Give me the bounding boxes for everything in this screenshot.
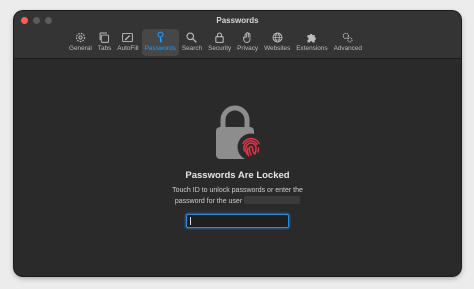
- tab-security[interactable]: Security: [205, 29, 234, 56]
- tab-privacy[interactable]: Privacy: [234, 29, 261, 56]
- tab-label: Tabs: [97, 45, 112, 52]
- gears-icon: [343, 32, 353, 43]
- tab-label: AutoFill: [117, 45, 139, 52]
- preferences-toolbar: General Tabs AutoFill Passwords Search S…: [66, 29, 365, 56]
- gear-icon: [75, 32, 86, 43]
- window-title: Passwords: [216, 16, 259, 25]
- tab-tabs[interactable]: Tabs: [95, 29, 115, 56]
- tab-label: Passwords: [144, 45, 176, 52]
- puzzle-icon: [307, 33, 317, 43]
- lock-icon: [215, 32, 224, 43]
- key-icon: [157, 31, 164, 43]
- magnifier-icon: [186, 32, 198, 43]
- globe-icon: [272, 32, 283, 43]
- hand-icon: [243, 32, 251, 43]
- preferences-window: Passwords General Tabs AutoFill Password…: [14, 11, 461, 276]
- passwords-pane: Passwords Are Locked Touch ID to unlock …: [14, 59, 461, 276]
- tab-label: Extensions: [296, 45, 328, 52]
- locked-message: Touch ID to unlock passwords or enter th…: [14, 186, 461, 206]
- tab-autofill[interactable]: AutoFill: [114, 29, 141, 56]
- tab-label: Privacy: [237, 45, 259, 52]
- tab-general[interactable]: General: [66, 29, 95, 56]
- titlebar: Passwords General Tabs AutoFill Password…: [14, 11, 461, 59]
- locked-heading: Passwords Are Locked: [185, 170, 290, 181]
- autofill-icon: [122, 32, 134, 43]
- tab-advanced[interactable]: Advanced: [331, 29, 365, 56]
- password-field[interactable]: [186, 214, 289, 228]
- tabs-icon: [99, 32, 110, 43]
- text-caret: [190, 217, 191, 225]
- tab-label: Websites: [264, 45, 291, 52]
- tab-label: Security: [208, 45, 232, 52]
- tab-extensions[interactable]: Extensions: [293, 29, 330, 56]
- tab-label: General: [69, 45, 92, 52]
- fingerprint-icon: [237, 133, 265, 161]
- locked-message-line2: password for the user: [174, 197, 243, 205]
- locked-illustration: [213, 105, 267, 163]
- redacted-username: [244, 195, 301, 204]
- tab-websites[interactable]: Websites: [261, 29, 293, 56]
- tab-passwords[interactable]: Passwords: [141, 29, 179, 56]
- tab-label: Search: [181, 45, 203, 52]
- tab-search[interactable]: Search: [179, 29, 205, 56]
- tab-label: Advanced: [333, 45, 362, 52]
- locked-message-line1: Touch ID to unlock passwords or enter th…: [172, 187, 303, 194]
- locked-message-line2-wrap: password for the user: [14, 195, 461, 207]
